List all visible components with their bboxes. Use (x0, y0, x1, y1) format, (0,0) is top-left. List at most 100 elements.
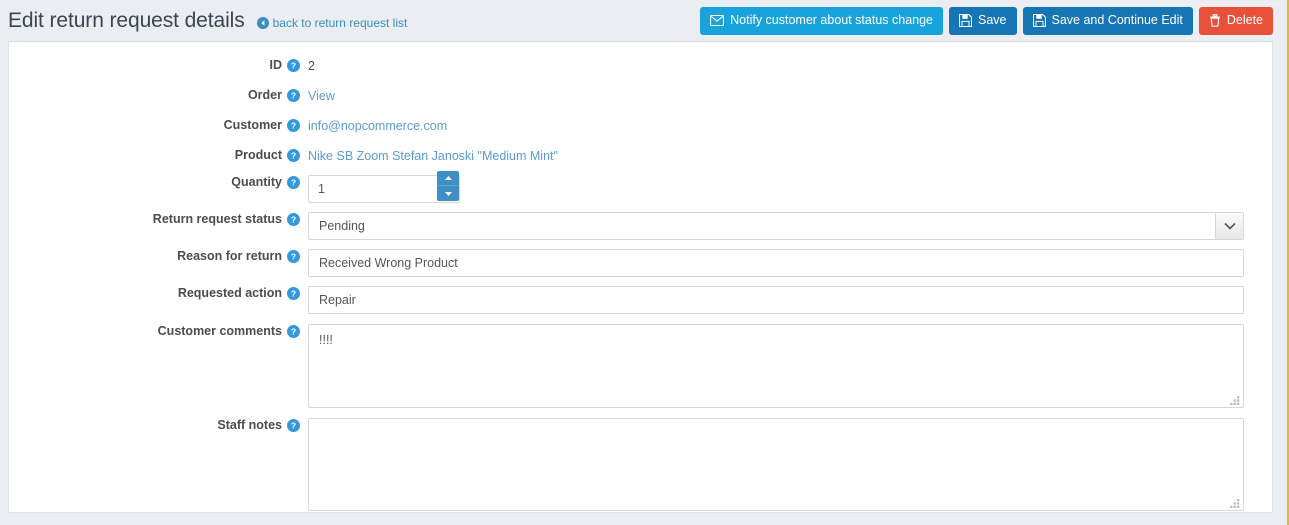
value-date: 8/10/2016 1:37:23 AM (308, 521, 1272, 525)
resize-grip-icon[interactable] (1230, 497, 1241, 508)
order-view-link[interactable]: View (308, 89, 335, 103)
notify-customer-button-label: Notify customer about status change (730, 13, 934, 28)
return-request-status-select[interactable]: Pending (308, 212, 1244, 240)
question-mark-help-icon[interactable]: ? (287, 212, 300, 226)
label-staff-notes: Staff notes ? (9, 414, 308, 432)
product-link[interactable]: Nike SB Zoom Stefan Janoski "Medium Mint… (308, 149, 558, 163)
quantity-spinner-buttons[interactable] (437, 171, 459, 201)
delete-button[interactable]: Delete (1198, 6, 1273, 35)
label-requested-action: Requested action ? (9, 282, 308, 300)
back-link-label: back to return request list (272, 15, 408, 30)
svg-text:?: ? (291, 90, 296, 100)
form-row-reason-for-return: Reason for return ? (9, 245, 1272, 277)
question-mark-help-icon[interactable]: ? (287, 118, 300, 132)
page-root: Edit return request details back to retu… (0, 0, 1289, 525)
back-to-return-request-list-link[interactable]: back to return request list (256, 15, 408, 30)
form-row-date: Date ? 8/10/2016 1:37:23 AM (9, 521, 1272, 525)
label-order: Order ? (9, 84, 308, 102)
staff-notes-textarea[interactable] (308, 418, 1244, 511)
label-customer-text: Customer (223, 118, 282, 132)
svg-text:?: ? (291, 251, 296, 261)
value-id: 2 (308, 54, 1272, 73)
envelope-icon (710, 15, 725, 26)
svg-text:?: ? (291, 420, 296, 430)
value-return-request-status: Pending (308, 208, 1272, 240)
save-button-label: Save (978, 13, 1007, 28)
value-requested-action (308, 282, 1272, 314)
label-order-text: Order (247, 88, 282, 102)
question-mark-help-icon[interactable]: ? (287, 88, 300, 102)
svg-text:?: ? (291, 326, 296, 336)
value-product: Nike SB Zoom Stefan Janoski "Medium Mint… (308, 144, 1272, 163)
question-mark-help-icon[interactable]: ? (287, 175, 300, 189)
value-order: View (308, 84, 1272, 103)
question-mark-help-icon[interactable]: ? (287, 324, 300, 338)
form-row-staff-notes: Staff notes ? (9, 414, 1272, 511)
customer-comments-wrap: !!!! (308, 324, 1244, 408)
floppy-disk-icon (959, 14, 973, 27)
form-row-quantity: Quantity ? (9, 171, 1272, 203)
svg-text:?: ? (291, 60, 296, 70)
delete-button-label: Delete (1226, 13, 1263, 28)
header-button-group: Notify customer about status change Save (700, 6, 1273, 35)
label-customer: Customer ? (9, 114, 308, 132)
value-reason-for-return (308, 245, 1272, 277)
label-quantity-text: Quantity (231, 175, 282, 189)
page-title: Edit return request details (8, 8, 245, 32)
question-mark-help-icon[interactable]: ? (287, 418, 300, 432)
caret-down-icon[interactable] (437, 186, 459, 201)
trash-icon (1209, 14, 1221, 27)
question-mark-help-icon[interactable]: ? (287, 58, 300, 72)
caret-up-icon[interactable] (437, 171, 459, 186)
customer-email-link[interactable]: info@nopcommerce.com (308, 119, 447, 133)
label-date: Date ? (9, 521, 308, 525)
quantity-stepper[interactable] (308, 171, 460, 203)
back-circle-arrow-icon (256, 16, 269, 29)
question-mark-help-icon[interactable]: ? (287, 148, 300, 162)
svg-text:?: ? (291, 288, 296, 298)
staff-notes-wrap (308, 418, 1244, 511)
label-reason-for-return: Reason for return ? (9, 245, 308, 263)
page-header: Edit return request details back to retu… (0, 0, 1287, 41)
label-reason-for-return-text: Reason for return (177, 249, 282, 263)
value-customer: info@nopcommerce.com (308, 114, 1272, 133)
form-row-customer: Customer ? info@nopcommerce.com (9, 114, 1272, 133)
label-staff-notes-text: Staff notes (217, 418, 282, 432)
form-row-product: Product ? Nike SB Zoom Stefan Janoski "M… (9, 144, 1272, 163)
save-and-continue-edit-button[interactable]: Save and Continue Edit (1022, 6, 1193, 35)
label-return-request-status: Return request status ? (9, 208, 308, 226)
svg-text:?: ? (291, 120, 296, 130)
reason-for-return-input[interactable] (308, 249, 1244, 277)
form-row-order: Order ? View (9, 84, 1272, 103)
form-row-requested-action: Requested action ? (9, 282, 1272, 314)
label-quantity: Quantity ? (9, 171, 308, 189)
customer-comments-textarea[interactable]: !!!! (308, 324, 1244, 408)
question-mark-help-icon[interactable]: ? (287, 286, 300, 300)
requested-action-input[interactable] (308, 286, 1244, 314)
label-return-request-status-text: Return request status (152, 212, 282, 226)
label-id-text: ID (269, 58, 283, 72)
resize-grip-icon[interactable] (1230, 394, 1241, 405)
svg-text:?: ? (291, 177, 296, 187)
return-request-details-card: ID ? 2 Order ? View Customer ? info@nopc… (8, 41, 1273, 513)
form-row-id: ID ? 2 (9, 54, 1272, 73)
chevron-down-icon[interactable] (1215, 213, 1243, 239)
save-and-continue-edit-button-label: Save and Continue Edit (1051, 13, 1183, 28)
value-quantity (308, 171, 1272, 203)
svg-text:?: ? (291, 150, 296, 160)
label-product-text: Product (234, 148, 282, 162)
label-product: Product ? (9, 144, 308, 162)
notify-customer-button[interactable]: Notify customer about status change (700, 6, 944, 35)
save-button[interactable]: Save (949, 6, 1017, 35)
label-requested-action-text: Requested action (177, 286, 282, 300)
return-request-status-selected-value[interactable]: Pending (308, 212, 1244, 240)
id-value: 2 (308, 59, 315, 73)
floppy-disk-icon (1032, 14, 1046, 27)
label-id: ID ? (9, 54, 308, 72)
value-staff-notes (308, 414, 1272, 511)
form-row-return-request-status: Return request status ? Pending (9, 208, 1272, 240)
question-mark-help-icon[interactable]: ? (287, 249, 300, 263)
label-customer-comments: Customer comments ? (9, 320, 308, 338)
form-row-customer-comments: Customer comments ? !!!! (9, 320, 1272, 408)
label-customer-comments-text: Customer comments (157, 324, 282, 338)
